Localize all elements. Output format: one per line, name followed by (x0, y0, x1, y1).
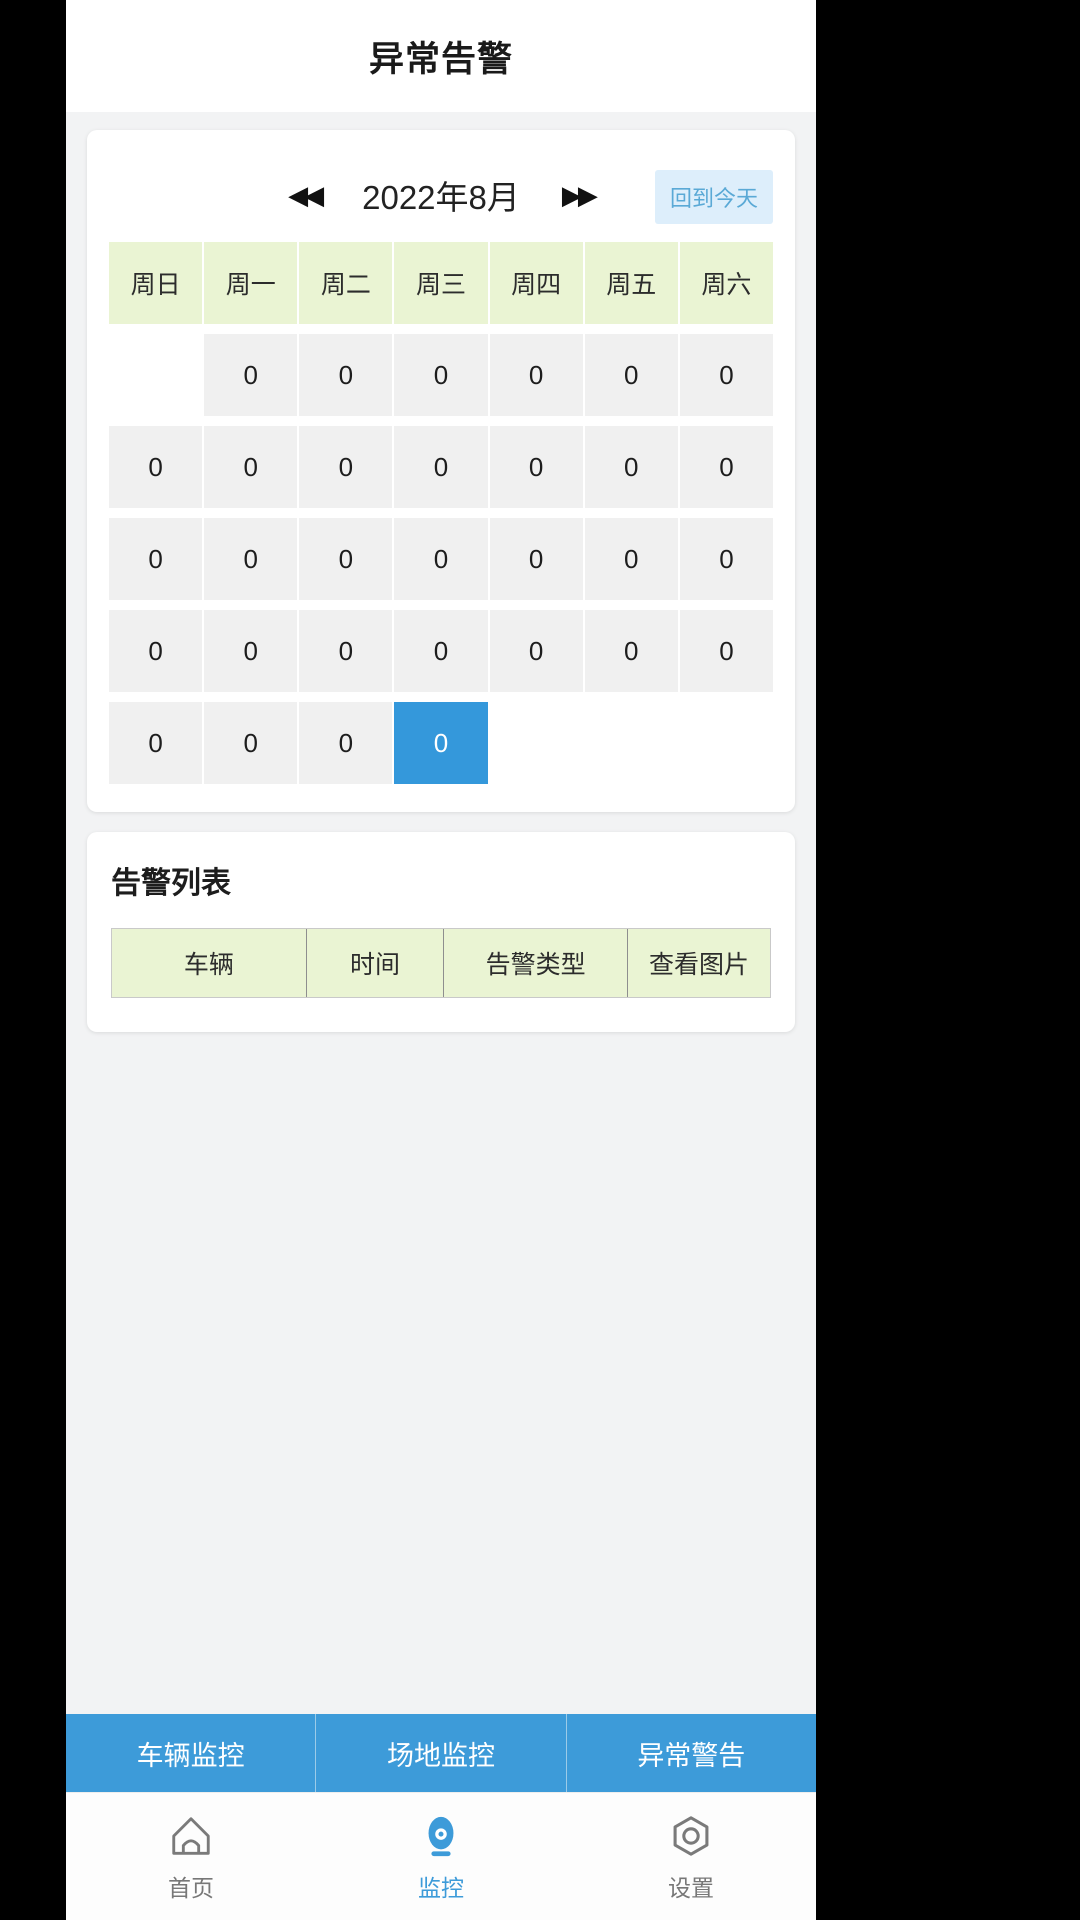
calendar-day-cell[interactable]: 0 (394, 426, 488, 508)
alarm-column-header-type: 告警类型 (444, 929, 629, 997)
page-title: 异常告警 (368, 39, 513, 79)
calendar-day-cell[interactable]: 0 (584, 610, 678, 692)
gear-icon (666, 1811, 716, 1861)
calendar-day-cell[interactable]: 0 (679, 610, 773, 692)
calendar-day-cell[interactable]: 0 (109, 702, 203, 784)
calendar-day-cell[interactable]: 0 (204, 610, 298, 692)
alarm-list-title: 告警列表 (111, 867, 231, 900)
weekday-label: 周一 (204, 242, 298, 324)
weekday-label: 周三 (394, 242, 488, 324)
current-month-label: 2022年8月 (362, 179, 520, 216)
nav-label-home: 首页 (168, 1874, 214, 1901)
calendar-day-cell[interactable]: 0 (204, 518, 298, 600)
calendar-day-cell[interactable]: 0 (109, 518, 203, 600)
calendar-day-cell[interactable]: 0 (299, 334, 393, 416)
alarm-list-card: 告警列表 车辆 时间 告警类型 查看图片 (87, 832, 795, 1032)
alarm-list-table: 车辆 时间 告警类型 查看图片 (111, 928, 771, 998)
alarm-column-header-image: 查看图片 (628, 929, 770, 997)
calendar-day-grid: 0000000000000000000000000000000 (109, 334, 773, 784)
nav-item-home[interactable]: 首页 (66, 1793, 316, 1920)
calendar-day-cell[interactable]: 0 (679, 518, 773, 600)
tab-vehicle-monitoring[interactable]: 车辆监控 (66, 1714, 317, 1792)
app-viewport: 异常告警 ◀◀ 2022年8月 ▶▶ 回到今天 周日 周一 周二 周三 周四 周… (66, 0, 816, 1920)
calendar-day-cell[interactable]: 0 (204, 334, 298, 416)
calendar-day-cell[interactable]: 0 (299, 518, 393, 600)
calendar-day-cell[interactable]: 0 (394, 334, 488, 416)
camera-icon (416, 1811, 466, 1861)
weekday-label: 周五 (584, 242, 678, 324)
calendar-navigation: ◀◀ 2022年8月 ▶▶ 回到今天 (109, 156, 773, 234)
tab-site-monitoring[interactable]: 场地监控 (316, 1714, 567, 1792)
calendar-day-cell[interactable]: 0 (299, 702, 393, 784)
calendar-day-cell[interactable]: 0 (204, 702, 298, 784)
calendar-day-cell[interactable]: 0 (204, 426, 298, 508)
calendar-day-cell[interactable]: 0 (489, 334, 583, 416)
nav-label-settings: 设置 (668, 1874, 714, 1901)
calendar-day-selected[interactable]: 0 (394, 702, 488, 784)
calendar-day-empty (585, 702, 678, 784)
calendar-day-empty (109, 334, 202, 416)
nav-label-monitoring: 监控 (418, 1874, 464, 1901)
nav-item-monitoring[interactable]: 监控 (316, 1793, 566, 1920)
prev-month-button[interactable]: ◀◀ (282, 182, 326, 208)
calendar-day-cell[interactable]: 0 (489, 610, 583, 692)
weekday-label: 周四 (489, 242, 583, 324)
calendar-day-cell[interactable]: 0 (394, 610, 488, 692)
calendar-weekday-header: 周日 周一 周二 周三 周四 周五 周六 (109, 242, 773, 324)
content-area: ◀◀ 2022年8月 ▶▶ 回到今天 周日 周一 周二 周三 周四 周五 周六 … (66, 112, 816, 1714)
next-month-button[interactable]: ▶▶ (556, 182, 600, 208)
weekday-label: 周日 (109, 242, 203, 324)
calendar-day-cell[interactable]: 0 (679, 334, 773, 416)
calendar-day-cell[interactable]: 0 (394, 518, 488, 600)
alarm-column-header-time: 时间 (306, 929, 445, 997)
calendar-day-cell[interactable]: 0 (299, 610, 393, 692)
bottom-navigation-bar: 首页 监控 设置 (66, 1792, 816, 1920)
segmented-tab-bar: 车辆监控 场地监控 异常警告 (66, 1714, 816, 1792)
alarm-column-header-vehicle: 车辆 (112, 929, 307, 997)
nav-item-settings[interactable]: 设置 (566, 1793, 816, 1920)
calendar-day-cell[interactable]: 0 (584, 334, 678, 416)
tab-abnormal-alert[interactable]: 异常警告 (566, 1714, 816, 1792)
calendar-card: ◀◀ 2022年8月 ▶▶ 回到今天 周日 周一 周二 周三 周四 周五 周六 … (87, 130, 795, 812)
app-header: 异常告警 (66, 0, 816, 112)
calendar-day-cell[interactable]: 0 (584, 426, 678, 508)
calendar-day-cell[interactable]: 0 (299, 426, 393, 508)
calendar-day-cell[interactable]: 0 (109, 426, 203, 508)
home-icon (166, 1811, 216, 1861)
calendar-day-cell[interactable]: 0 (109, 610, 203, 692)
weekday-label: 周二 (299, 242, 393, 324)
calendar-day-cell[interactable]: 0 (679, 426, 773, 508)
calendar-day-cell[interactable]: 0 (489, 518, 583, 600)
back-to-today-button[interactable]: 回到今天 (654, 170, 773, 224)
calendar-day-empty (490, 702, 583, 784)
weekday-label: 周六 (679, 242, 773, 324)
calendar-day-empty (680, 702, 773, 784)
calendar-day-cell[interactable]: 0 (489, 426, 583, 508)
calendar-day-cell[interactable]: 0 (584, 518, 678, 600)
